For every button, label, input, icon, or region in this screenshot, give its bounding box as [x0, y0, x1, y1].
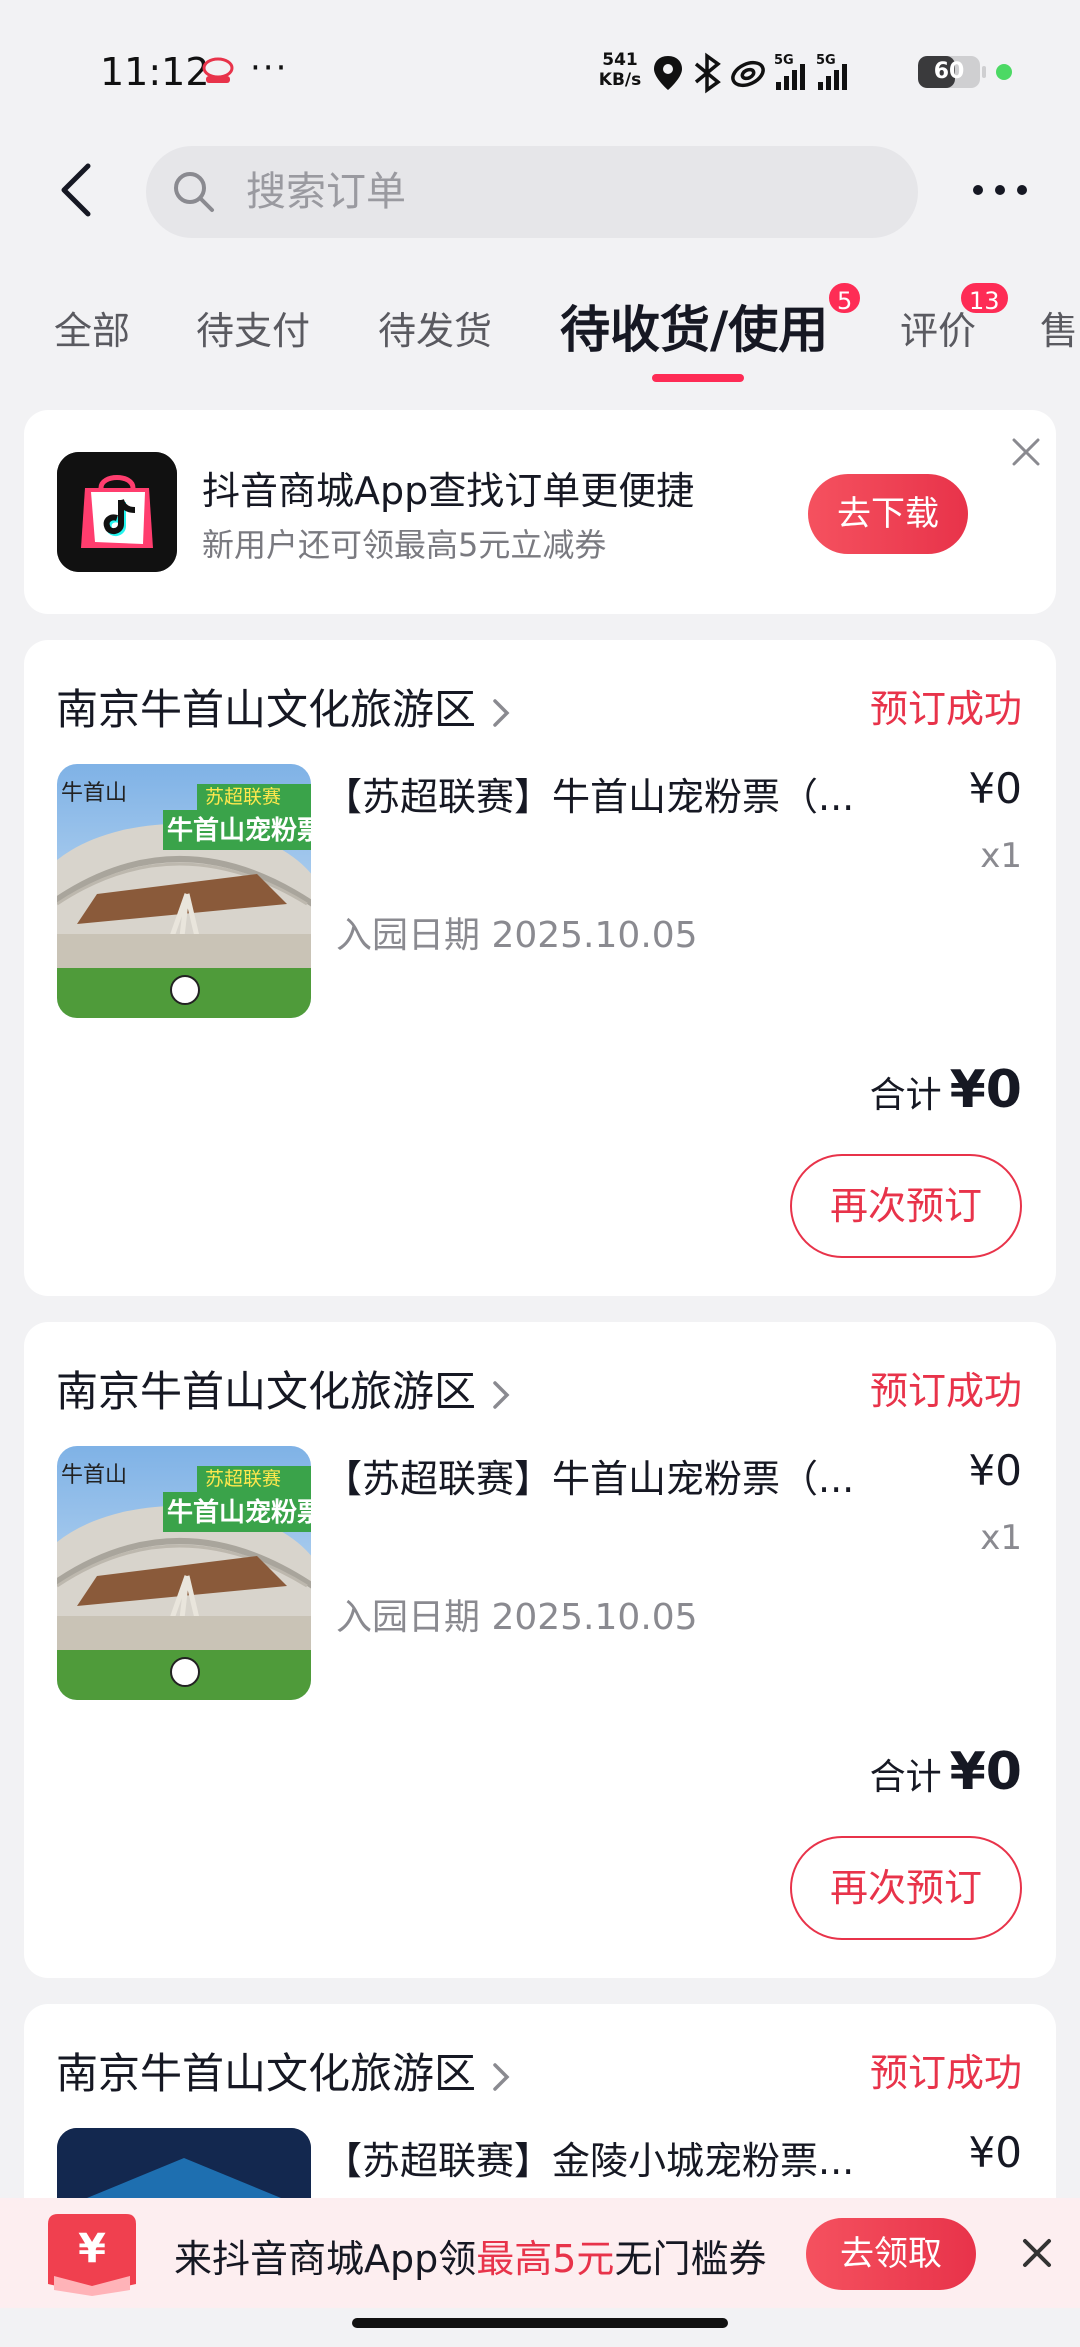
- order-status: 预订成功: [869, 687, 1022, 731]
- rebook-button[interactable]: 再次预订: [790, 1836, 1022, 1940]
- thumb-title: 牛首山宠粉票: [167, 1497, 311, 1528]
- status-bar: 11:12 ··· 541 KB/s 5G 5G 60: [0, 0, 1080, 140]
- network-speed: 541 KB/s: [596, 50, 644, 90]
- product-title[interactable]: 【苏超联赛】牛首山宠粉票（...: [324, 1448, 904, 1503]
- thumb-logo: 牛首山: [61, 781, 127, 806]
- claim-coupon-button[interactable]: 去领取: [806, 2218, 976, 2290]
- product-price: ¥0: [968, 1446, 1022, 1495]
- download-button[interactable]: 去下载: [808, 474, 968, 554]
- thumb-badge: 苏超联赛: [205, 1468, 281, 1490]
- bluetooth-icon: [694, 52, 721, 94]
- svg-text:¥: ¥: [78, 2226, 106, 2272]
- thumb-badge: 苏超联赛: [205, 786, 281, 808]
- shop-name-link[interactable]: 南京牛首山文化旅游区: [56, 1358, 512, 1419]
- shop-name-link[interactable]: 南京牛首山文化旅游区: [56, 2040, 512, 2101]
- product-price: ¥0: [968, 764, 1022, 813]
- active-tab-indicator: [652, 374, 744, 382]
- order-total-value: ¥0: [949, 1060, 1022, 1120]
- order-status: 预订成功: [869, 1369, 1022, 1413]
- product-title[interactable]: 【苏超联赛】牛首山宠粉票（...: [324, 766, 904, 821]
- order-total-label: 合计: [869, 1757, 942, 1798]
- tab-badge-review: 13: [958, 280, 1011, 316]
- tab-pending-shipment[interactable]: 待发货: [378, 300, 492, 355]
- order-tabs: 全部 待支付 待发货 待收货/使用 5 评价 13 售: [0, 280, 1080, 390]
- shop-name: 南京牛首山文化旅游区: [56, 1367, 477, 1416]
- status-time: 11:12: [100, 50, 210, 94]
- order-status: 预订成功: [869, 2051, 1022, 2095]
- product-quantity: x1: [980, 836, 1022, 876]
- order-card[interactable]: 南京牛首山文化旅游区 预订成功 苏超联赛 牛首山宠粉票 牛首山 【苏超联赛】牛首…: [24, 640, 1056, 1296]
- more-options-icon[interactable]: [968, 170, 1032, 210]
- home-indicator[interactable]: [352, 2318, 728, 2328]
- status-more-dots: ···: [250, 48, 289, 88]
- tab-pending-payment[interactable]: 待支付: [196, 300, 310, 355]
- search-bar[interactable]: 搜索订单: [146, 146, 918, 238]
- coupon-text-after: 无门槛券: [614, 2237, 767, 2281]
- order-total: 合计 ¥0: [870, 1742, 1022, 1802]
- tab-badge-pending-receipt: 5: [826, 280, 864, 316]
- thumb-title: 牛首山宠粉票: [167, 815, 311, 846]
- chevron-right-icon: [493, 2062, 510, 2091]
- order-total: 合计 ¥0: [870, 1060, 1022, 1120]
- network-speed-value: 541: [602, 50, 638, 70]
- visit-date: 入园日期 2025.10.05: [336, 915, 698, 956]
- tab-pending-receipt[interactable]: 待收货/使用: [560, 290, 828, 362]
- battery-level: 60: [933, 59, 965, 84]
- shop-name: 南京牛首山文化旅游区: [56, 2049, 477, 2098]
- close-icon[interactable]: [1018, 2234, 1056, 2272]
- svg-text:5G: 5G: [774, 53, 794, 68]
- product-price: ¥0: [968, 2128, 1022, 2177]
- signal-5g-icon-2: 5G: [816, 53, 847, 90]
- status-icons: 5G 5G: [654, 52, 847, 94]
- douyin-mall-logo: [57, 452, 177, 572]
- location-icon: [654, 56, 682, 90]
- product-image[interactable]: 苏超联赛 牛首山宠粉票 牛首山: [57, 1446, 311, 1700]
- hotspot-icon: [731, 60, 765, 88]
- thumb-logo: 牛首山: [61, 1463, 127, 1488]
- app-notification-icon: [202, 57, 234, 83]
- privacy-indicator-dot: [996, 64, 1012, 80]
- battery-icon: 60: [918, 56, 980, 88]
- product-quantity: x1: [980, 1518, 1022, 1558]
- visit-date: 入园日期 2025.10.05: [336, 1597, 698, 1638]
- signal-5g-icon-1: 5G: [774, 53, 805, 90]
- chevron-right-icon: [493, 1380, 510, 1409]
- order-total-value: ¥0: [949, 1742, 1022, 1802]
- product-image[interactable]: 苏超联赛 牛首山宠粉票 牛首山: [57, 764, 311, 1018]
- tab-after-sale[interactable]: 售: [1040, 300, 1078, 355]
- chevron-right-icon: [493, 698, 510, 727]
- order-card[interactable]: 南京牛首山文化旅游区 预订成功 苏超联赛 牛首山宠粉票 牛首山 【苏超联赛】牛首…: [24, 1322, 1056, 1978]
- svg-text:5G: 5G: [816, 53, 836, 68]
- search-placeholder: 搜索订单: [246, 169, 406, 215]
- product-title[interactable]: 【苏超联赛】金陵小城宠粉票...: [324, 2130, 904, 2185]
- battery-nub: [982, 66, 986, 78]
- coupon-text-highlight: 最高5元: [476, 2237, 615, 2281]
- close-icon[interactable]: [1006, 432, 1046, 472]
- coupon-banner[interactable]: ¥ 来抖音商城App领最高5元无门槛券 去领取: [0, 2198, 1080, 2308]
- rebook-button[interactable]: 再次预订: [790, 1154, 1022, 1258]
- network-speed-unit: KB/s: [598, 70, 642, 90]
- shop-name: 南京牛首山文化旅游区: [56, 685, 477, 734]
- coupon-banner-text: 来抖音商城App领最高5元无门槛券: [174, 2228, 766, 2283]
- app-download-promo: 抖音商城App查找订单更便捷 新用户还可领最高5元立减券 去下载: [24, 410, 1056, 614]
- tab-all[interactable]: 全部: [54, 300, 130, 355]
- search-icon: [174, 172, 214, 212]
- shop-name-link[interactable]: 南京牛首山文化旅游区: [56, 676, 512, 737]
- promo-subtitle: 新用户还可领最高5元立减券: [202, 526, 607, 564]
- order-total-label: 合计: [869, 1075, 942, 1116]
- back-button[interactable]: [48, 160, 108, 220]
- coupon-text-before: 来抖音商城App领: [174, 2237, 477, 2281]
- promo-title: 抖音商城App查找订单更便捷: [202, 469, 695, 513]
- coupon-icon: ¥: [48, 2214, 136, 2296]
